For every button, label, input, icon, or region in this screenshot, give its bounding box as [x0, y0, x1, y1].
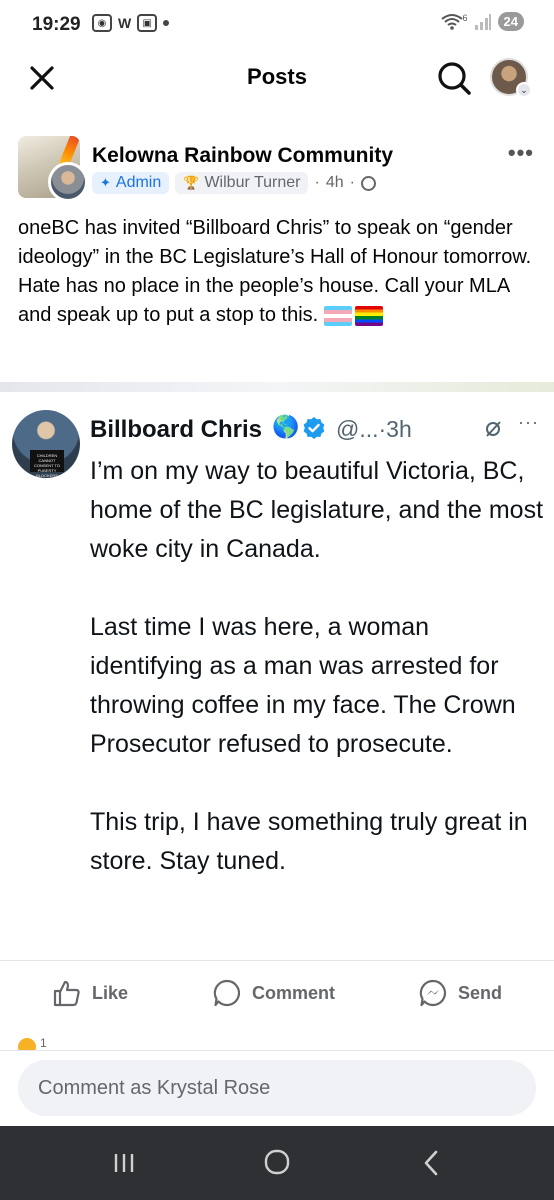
- signal-label: 6: [462, 12, 468, 23]
- care-reaction-icon: [18, 1038, 36, 1050]
- comment-button[interactable]: Comment: [212, 978, 335, 1008]
- send-icon: [419, 979, 447, 1007]
- group-name[interactable]: Kelowna Rainbow Community: [92, 144, 393, 168]
- author-badge[interactable]: 🏆 Wilbur Turner: [175, 172, 309, 194]
- post-time: 4h: [325, 174, 344, 191]
- wifi-icon: [440, 13, 463, 30]
- search-icon[interactable]: [434, 58, 474, 98]
- send-button[interactable]: Send: [418, 978, 502, 1008]
- tweet-body: I’m on my way to beautiful Victoria, BC,…: [90, 457, 544, 875]
- screen-record-icon: ◉: [92, 14, 112, 32]
- app-header: Posts ⌄: [0, 50, 554, 106]
- admin-badge[interactable]: ✦ Admin: [92, 172, 170, 194]
- tweet-author-name: Billboard Chris: [90, 416, 263, 443]
- post-header: Kelowna Rainbow Community ✦ Admin 🏆 Wilb…: [18, 136, 538, 202]
- globe-emoji-icon: 🌎: [272, 414, 300, 439]
- globe-icon: [360, 175, 376, 191]
- comment-input[interactable]: Comment as Krystal Rose: [18, 1060, 536, 1116]
- tweet-handle-time: @...·3h: [336, 416, 412, 442]
- trans-flag-icon: [323, 305, 352, 326]
- chevron-down-icon[interactable]: ⌄: [516, 82, 532, 98]
- send-label: Send: [458, 982, 503, 1003]
- post-time-sep: ·: [314, 174, 320, 191]
- flag-emojis: [323, 305, 383, 326]
- more-icon[interactable]: •••: [508, 140, 534, 166]
- author-avatar[interactable]: [48, 162, 88, 202]
- tweet-avatar: CHILDREN CANNOT CONSENT TO PUBERTY BLOCK…: [12, 410, 80, 478]
- nav-home-icon[interactable]: [257, 1148, 297, 1178]
- status-time: 19:29: [32, 14, 81, 35]
- like-button[interactable]: Like: [52, 978, 128, 1008]
- like-label: Like: [92, 982, 129, 1003]
- status-bar: 19:29 ◉ W ▣ 6 24: [0, 0, 554, 50]
- post-time-sep2: ·: [349, 174, 355, 191]
- reaction-count: 1: [40, 1036, 47, 1050]
- grok-icon: [486, 421, 501, 437]
- w-notification-icon: W: [118, 15, 132, 31]
- nav-recents-icon[interactable]: [104, 1148, 144, 1178]
- comment-bar-divider: [0, 1050, 554, 1051]
- separator: [0, 960, 554, 961]
- comment-placeholder: Comment as Krystal Rose: [38, 1076, 271, 1099]
- rainbow-flag-icon: [354, 305, 383, 326]
- post-body: oneBC has invited “Billboard Chris” to s…: [18, 217, 532, 326]
- trophy-icon: 🏆: [183, 175, 200, 190]
- post-text: oneBC has invited “Billboard Chris” to s…: [18, 214, 538, 330]
- like-icon: [53, 980, 80, 1007]
- sign-text: CHILDREN CANNOT CONSENT TO PUBERTY BLOCK…: [30, 450, 64, 478]
- comment-label: Comment: [252, 982, 336, 1003]
- nav-back-icon[interactable]: [412, 1148, 452, 1178]
- status-right-icons: 6 24: [440, 12, 524, 31]
- status-notification-icons: ◉ W ▣: [92, 14, 170, 32]
- divider: [0, 382, 554, 392]
- verified-icon: [303, 417, 325, 439]
- post-meta: ✦ Admin 🏆 Wilbur Turner · 4h ·: [92, 172, 376, 194]
- more-notifications-icon: [163, 20, 170, 26]
- comment-icon: [213, 979, 241, 1007]
- signal-bars-icon: [474, 13, 491, 30]
- battery-indicator: 24: [497, 12, 524, 31]
- author-name: Wilbur Turner: [204, 174, 301, 191]
- action-bar: Like Comment Send: [0, 970, 554, 1022]
- system-nav-bar: [0, 1126, 554, 1200]
- tweet-more-icon: ···: [518, 412, 539, 432]
- tweet-screenshot[interactable]: CHILDREN CANNOT CONSENT TO PUBERTY BLOCK…: [0, 396, 554, 956]
- admin-label: Admin: [115, 174, 162, 191]
- reactions-summary[interactable]: 1: [18, 1036, 47, 1050]
- scan-icon: ▣: [137, 14, 158, 32]
- admin-badge-icon: ✦: [100, 175, 111, 190]
